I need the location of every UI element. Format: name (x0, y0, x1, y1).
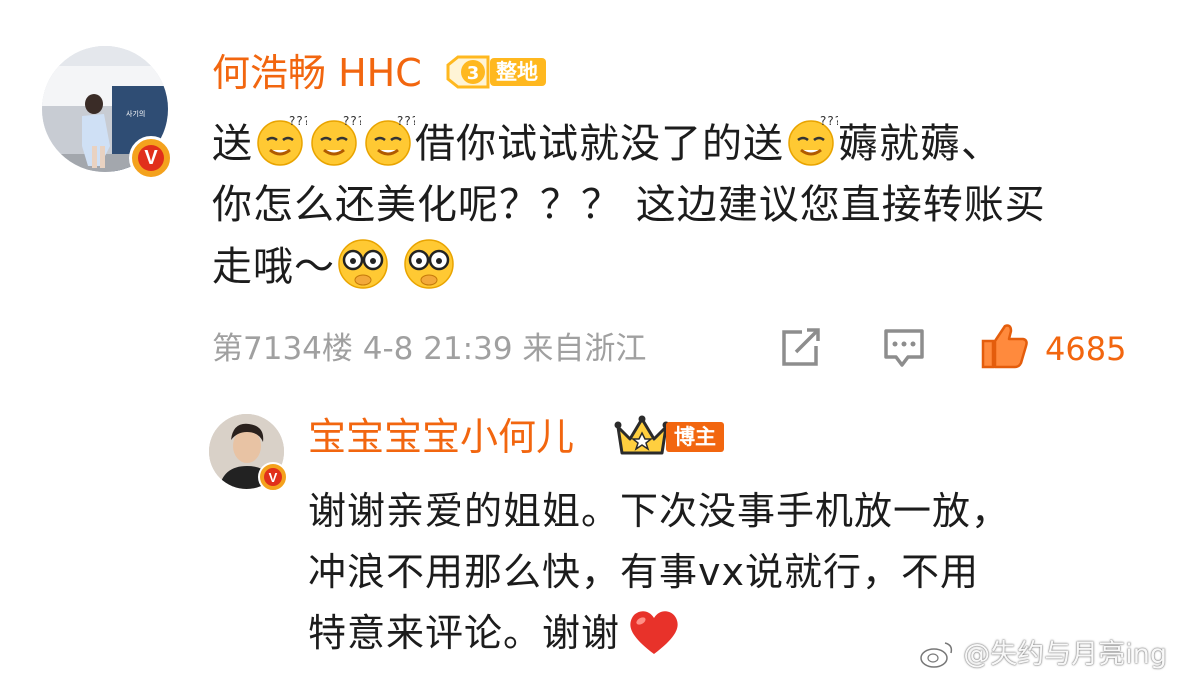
smirk-emoji-icon: ??? (253, 113, 310, 167)
glasses-face-emoji-icon (401, 236, 457, 292)
comment-line-2: 你怎么还美化呢？？？ 这边建议您直接转账买 (212, 182, 1046, 228)
reply-body: 谢谢亲爱的姐姐。下次没事手机放一放， 冲浪不用那么快，有事vx说就行，不用 特意… (308, 481, 1010, 664)
smirk-emoji-icon: ??? (307, 113, 364, 167)
share-icon[interactable] (778, 326, 824, 370)
svg-text:사기의: 사기의 (126, 109, 145, 118)
comment-body: 送 ??? ??? ??? 借你试试就没了的送 ??? 薅就薅、 你怎么还美化呢… (212, 113, 1046, 298)
verified-badge-icon: V (129, 136, 173, 180)
watermark: @失约与月亮ing (919, 632, 1167, 671)
crown-icon (614, 415, 670, 455)
glasses-face-emoji-icon (335, 236, 391, 292)
svg-text:3: 3 (467, 63, 480, 84)
svg-text:???: ??? (289, 114, 307, 128)
reply-line-3: 特意来评论。谢谢 (308, 603, 1010, 664)
user-level-badge: 3 整地 (444, 55, 546, 89)
comment-line-1: 送 ??? ??? ??? 借你试试就没了的送 ??? 薅就薅、 (212, 113, 1002, 167)
reply-line-2: 冲浪不用那么快，有事vx说就行，不用 (308, 550, 979, 594)
commenter-username[interactable]: 何浩畅 HHC (212, 50, 422, 96)
like-icon[interactable] (980, 322, 1030, 370)
smirk-emoji-icon: ??? (361, 113, 418, 167)
level-diamond-icon: 3 (446, 55, 490, 89)
reply-line-1: 谢谢亲爱的姐姐。下次没事手机放一放， (308, 489, 1011, 533)
smirk-emoji-icon: ??? (784, 113, 841, 167)
blogger-badge: 博主 (614, 415, 724, 459)
svg-text:???: ??? (343, 114, 361, 128)
heart-icon (626, 606, 682, 658)
location-tag: 整地 (490, 58, 546, 86)
verified-badge-icon: V (258, 462, 288, 492)
weibo-logo-icon (919, 642, 952, 668)
comment-line-3: 走哦～ (212, 236, 1046, 298)
comment-meta: 第7134楼 4-8 21:39 来自浙江 (212, 331, 647, 367)
replier-username[interactable]: 宝宝宝宝小何儿 (308, 414, 574, 460)
comment-icon[interactable] (880, 326, 928, 370)
like-count[interactable]: 4685 (1045, 329, 1126, 369)
svg-text:???: ??? (397, 114, 415, 128)
blogger-tag: 博主 (666, 422, 724, 452)
svg-text:???: ??? (820, 114, 838, 128)
